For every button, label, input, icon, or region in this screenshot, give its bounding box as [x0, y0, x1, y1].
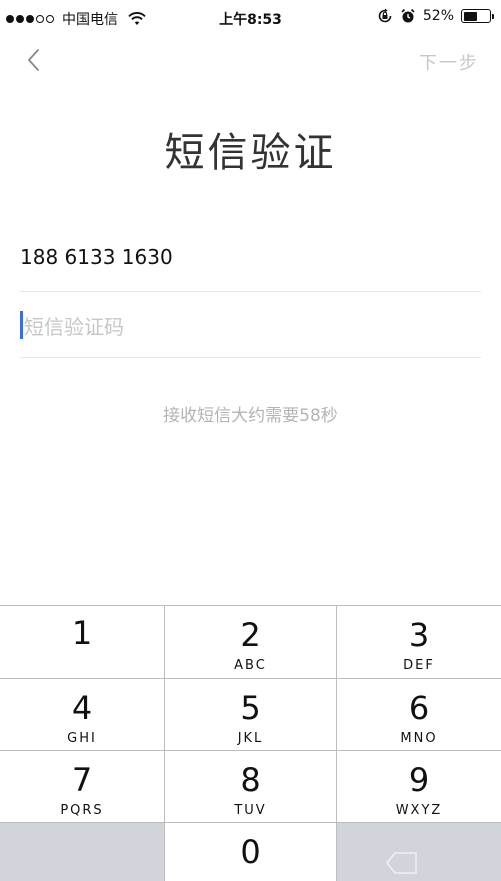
key-6[interactable]: 6 MNO: [337, 679, 501, 750]
keypad-divider: [164, 606, 165, 881]
key-letters: MNO: [400, 731, 438, 746]
keypad-divider: [0, 822, 501, 823]
key-letters: WXYZ: [395, 803, 443, 818]
key-8[interactable]: 8 TUV: [165, 751, 336, 822]
key-digit: 7: [71, 761, 93, 799]
key-0[interactable]: 0: [165, 823, 336, 881]
divider: [20, 291, 481, 292]
key-digit: 5: [240, 689, 261, 727]
key-letters: PQRS: [60, 803, 104, 818]
key-2[interactable]: 2 ABC: [165, 606, 336, 678]
key-digit: 4: [71, 689, 93, 727]
key-letters: DEF: [403, 658, 435, 673]
key-7[interactable]: 7 PQRS: [0, 751, 164, 822]
key-digit: 3: [408, 616, 430, 654]
key-digit: 6: [408, 689, 430, 727]
key-5[interactable]: 5 JKL: [165, 679, 336, 750]
key-letters: TUV: [234, 803, 267, 818]
key-digit: 0: [240, 833, 261, 871]
orientation-lock-icon: [378, 8, 392, 23]
next-step-button[interactable]: 下一步: [419, 49, 479, 75]
page-title: 短信验证: [164, 130, 337, 176]
key-4[interactable]: 4 GHI: [0, 679, 164, 750]
keypad-divider: [0, 750, 501, 751]
key-1[interactable]: 1: [0, 606, 164, 678]
text-caret: [20, 311, 23, 339]
key-digit: 9: [408, 761, 430, 799]
sms-code-placeholder: 短信验证码: [24, 314, 124, 339]
sms-countdown-hint: 接收短信大约需要58秒: [163, 406, 338, 426]
key-digit: 8: [240, 761, 261, 799]
status-bar: 中国电信 上午8:53 52%: [0, 0, 501, 36]
key-digit: 2: [240, 616, 261, 654]
keypad-divider: [0, 678, 501, 679]
backspace-icon: [385, 852, 417, 874]
divider: [20, 357, 481, 358]
key-letters: JKL: [237, 731, 264, 746]
key-letters: ABC: [234, 658, 267, 673]
keypad-divider: [336, 606, 337, 881]
battery-icon: [461, 9, 494, 23]
status-right: 52%: [377, 8, 494, 24]
blank-key: [0, 823, 164, 881]
key-letters: GHI: [67, 731, 97, 746]
numeric-keypad: 1 2 ABC 3 DEF 4 GHI 5 JKL 6 MNO 7 PQRS 8…: [0, 605, 501, 881]
key-digit: 1: [71, 614, 93, 652]
key-9[interactable]: 9 WXYZ: [337, 751, 501, 822]
alarm-icon: [401, 8, 415, 23]
battery-fill: [463, 11, 477, 21]
sms-code-input[interactable]: 短信验证码: [20, 305, 481, 345]
key-3[interactable]: 3 DEF: [337, 606, 501, 678]
back-chevron-icon[interactable]: [22, 46, 48, 74]
delete-key[interactable]: [337, 823, 501, 881]
phone-number: 188 6133 1630: [20, 245, 173, 269]
battery-percent: 52%: [422, 8, 454, 24]
